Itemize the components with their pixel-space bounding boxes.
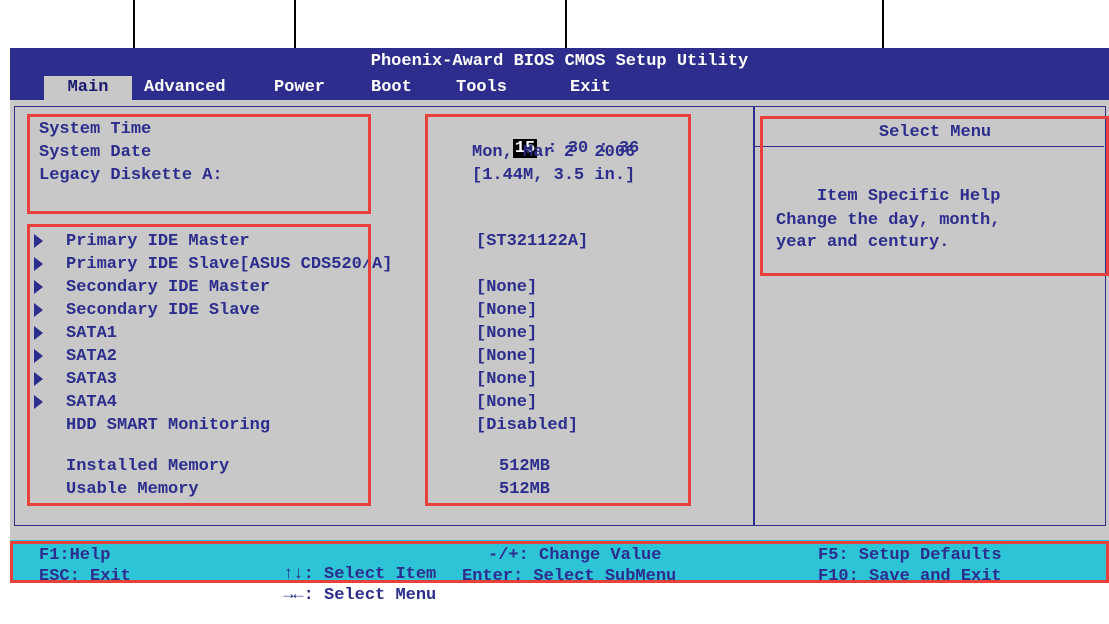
- footer-setup-defaults: F5: Setup Defaults: [818, 546, 1002, 565]
- footer-save-exit: F10: Save and Exit: [818, 567, 1002, 586]
- footer-nav-menu: →←: Select Menu: [283, 586, 437, 605]
- tab-advanced[interactable]: Advanced: [144, 76, 226, 100]
- highlight-values: [425, 114, 691, 506]
- window-title: Phoenix-Award BIOS CMOS Setup Utility: [10, 48, 1109, 76]
- footer-esc-exit: ESC: Exit: [39, 567, 131, 586]
- footer-select-submenu: Enter: Select SubMenu: [462, 567, 677, 586]
- bios-screen: Phoenix-Award BIOS CMOS Setup Utility Ma…: [10, 48, 1109, 605]
- footer-f1-help: F1:Help: [39, 546, 111, 565]
- highlight-system-settings: [27, 114, 371, 214]
- tab-exit[interactable]: Exit: [570, 76, 611, 100]
- highlight-help: [760, 116, 1109, 276]
- tab-tools[interactable]: Tools: [456, 76, 507, 100]
- menu-bar: Main Advanced Power Boot Tools Exit: [10, 76, 1109, 100]
- tab-main[interactable]: Main: [44, 76, 132, 100]
- highlight-submenus: [27, 224, 371, 506]
- leftright-arrows-icon: →←: [283, 586, 304, 605]
- footer-bar: F1:Help ESC: Exit ↑↓: Select Item →←: Se…: [10, 540, 1109, 605]
- tab-boot[interactable]: Boot: [371, 76, 412, 100]
- tab-power[interactable]: Power: [274, 76, 325, 100]
- footer-change-value: -/+: Change Value: [488, 546, 662, 565]
